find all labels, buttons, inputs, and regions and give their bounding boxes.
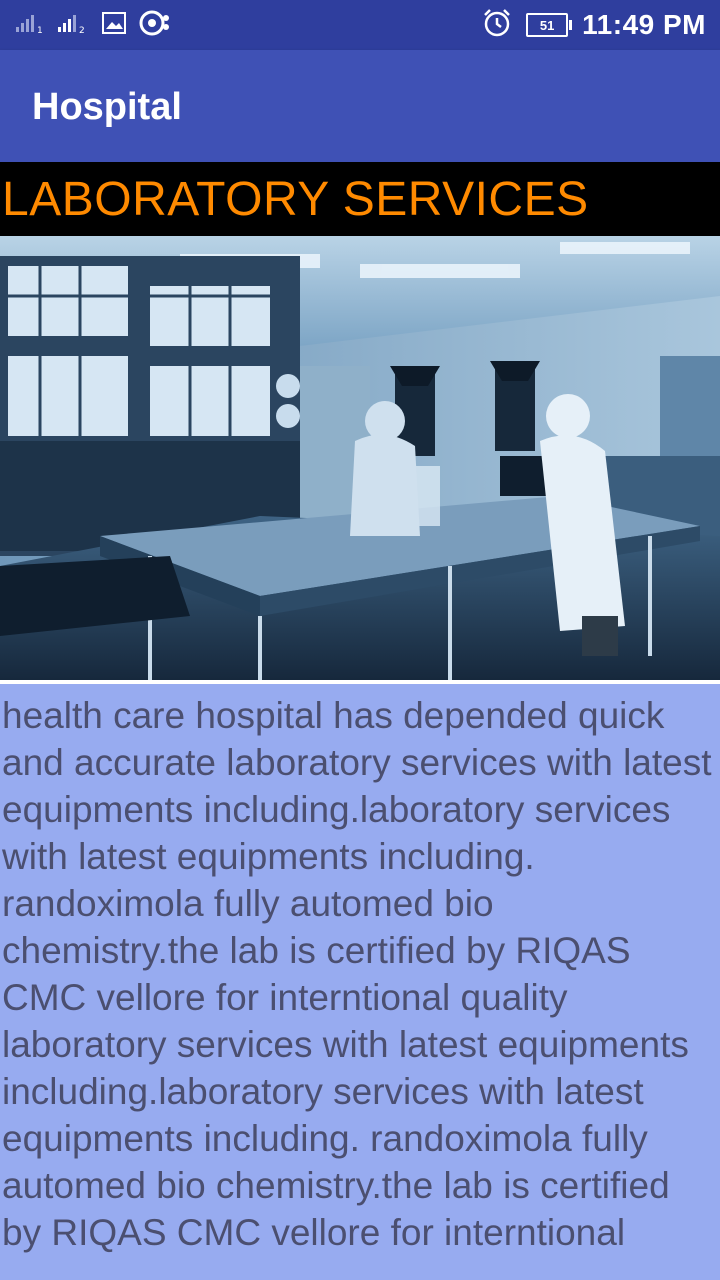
signal-sim1-icon: 1 bbox=[16, 12, 46, 39]
description-panel: health care hospital has depended quick … bbox=[0, 684, 720, 1280]
status-icons-left: 1 2 bbox=[16, 10, 172, 40]
section-header: LABORATORY SERVICES bbox=[0, 162, 720, 236]
description-text: health care hospital has depended quick … bbox=[2, 695, 712, 1253]
svg-text:1: 1 bbox=[37, 26, 43, 34]
app-title: Hospital bbox=[32, 86, 182, 128]
section-title: LABORATORY SERVICES bbox=[2, 173, 589, 226]
alarm-icon bbox=[482, 8, 512, 43]
status-icons-right: 51 11:49 PM bbox=[482, 8, 706, 42]
battery-icon: 51 bbox=[526, 13, 573, 37]
battery-level: 51 bbox=[539, 17, 555, 33]
clock: 11:49 PM bbox=[582, 9, 706, 40]
app-bar: Hospital bbox=[0, 50, 720, 162]
laboratory-photo bbox=[0, 236, 720, 680]
signal-sim2-icon: 2 bbox=[58, 12, 90, 39]
image-notification-icon bbox=[102, 11, 126, 39]
svg-text:2: 2 bbox=[79, 26, 85, 34]
app-notification-icon bbox=[138, 10, 172, 41]
status-bar: 1 2 51 11:49 PM bbox=[0, 0, 720, 50]
